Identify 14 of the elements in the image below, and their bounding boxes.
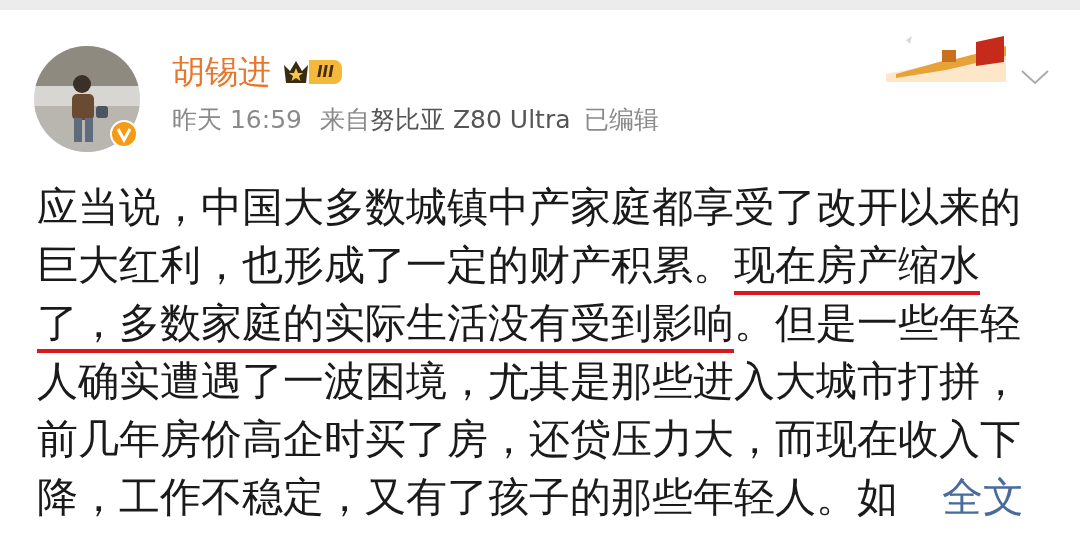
body-text-line: 巨大红利，也形成了一定的财产积累。现在房产缩水 (37, 236, 980, 294)
body-text-line: 前几年房价高企时买了房，还贷压力大，而现在收入下 (37, 414, 1021, 465)
body-text-line: 了，多数家庭的实际生活没有受到影响。但是一些年轻 (37, 294, 1021, 352)
level-badge: III (309, 60, 342, 84)
body-text-line: 应当说，中国大多数城镇中产家庭都享受了改开以来的 (37, 182, 1021, 233)
post-time: 昨天 16:59 (172, 104, 302, 136)
full-text-link[interactable]: 全文 (942, 468, 1024, 526)
body-text-line: 人确实遭遇了一波困境，尤其是那些进入大城市打拼， (37, 356, 1021, 407)
source-prefix: 来自 (320, 104, 370, 136)
chevron-down-icon[interactable] (1020, 68, 1050, 86)
author-name[interactable]: 胡锡进 (172, 52, 271, 92)
edited-label: 已编辑 (584, 104, 660, 136)
body-text-line: 降，工作不稳定，又有了孩子的那些年轻人。如 (37, 472, 898, 523)
source-device[interactable]: 努比亚 Z80 Ultra (370, 104, 571, 136)
